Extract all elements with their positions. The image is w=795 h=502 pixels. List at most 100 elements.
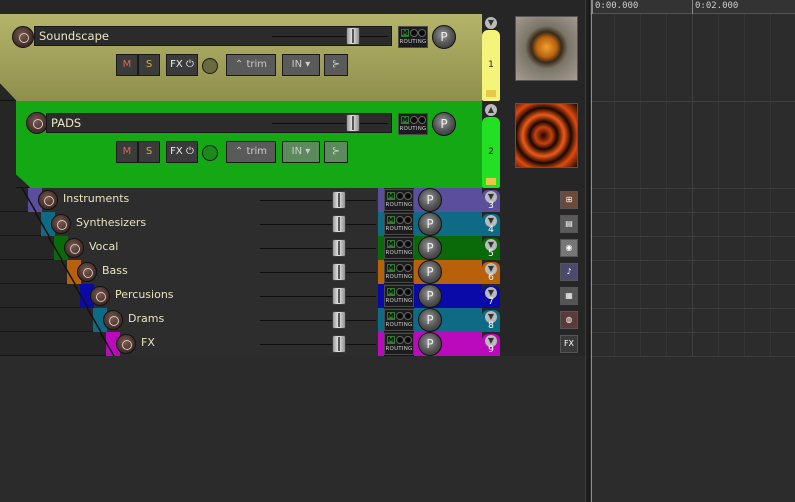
routing-button[interactable]: M ROUTING — [384, 189, 414, 211]
volume-fader-track — [260, 320, 376, 321]
lane-separator — [590, 260, 795, 261]
track-name[interactable]: Instruments — [63, 192, 129, 205]
folder-icon — [486, 90, 496, 97]
track-name[interactable]: Bass — [102, 264, 128, 277]
io-circle-icon — [404, 192, 412, 200]
track-row[interactable]: Synthesizers M ROUTING P ▼ 4 — [0, 212, 500, 236]
lane-separator — [590, 212, 795, 213]
pan-knob[interactable]: P — [418, 284, 442, 308]
routing-button[interactable]: M ROUTING — [384, 261, 414, 283]
tcp-header — [0, 0, 585, 14]
track-name[interactable]: Drams — [128, 312, 164, 325]
chevron-up-icon[interactable]: ▲ — [485, 104, 497, 116]
track-row[interactable]: FX M ROUTING P ▼ 9 — [0, 332, 500, 356]
pan-knob[interactable]: P — [418, 332, 442, 356]
lane-separator — [590, 332, 795, 333]
volume-fader-knob[interactable] — [332, 335, 346, 353]
meter-m-icon: M — [401, 29, 409, 37]
fx-icon: FX — [560, 335, 578, 353]
pan-knob[interactable]: P — [418, 188, 442, 212]
phase-icon[interactable] — [202, 58, 218, 74]
io-circle-icon — [396, 192, 404, 200]
automation-trim-button[interactable]: ⌃ trim — [226, 141, 276, 163]
meter-m-icon: M — [387, 288, 395, 296]
routing-label: ROUTING — [385, 202, 413, 208]
grid-line — [718, 14, 719, 356]
guitar-icon: ♪ — [560, 263, 578, 281]
input-button[interactable]: IN ▾ — [282, 54, 320, 76]
phase-icon[interactable] — [202, 145, 218, 161]
folder-icon-button[interactable]: ⊱ — [324, 141, 348, 163]
mute-button[interactable]: M — [116, 54, 138, 76]
meter-m-icon: M — [387, 264, 395, 272]
envelope-icon: ⌃ — [234, 146, 244, 157]
pan-knob[interactable]: P — [418, 260, 442, 284]
play-cursor[interactable] — [591, 0, 592, 502]
pan-knob[interactable]: P — [418, 308, 442, 332]
fx-button[interactable]: FX ⏻ — [166, 54, 198, 76]
solo-button[interactable]: S — [138, 141, 160, 163]
chevron-down-icon[interactable]: ▼ — [485, 17, 497, 29]
routing-button[interactable]: M ROUTING — [384, 285, 414, 307]
volume-fader-knob[interactable] — [332, 311, 346, 329]
volume-fader-knob[interactable] — [332, 263, 346, 281]
input-label: IN — [291, 59, 303, 70]
drum-icon: ◍ — [560, 311, 578, 329]
volume-fader-knob[interactable] — [332, 215, 346, 233]
fx-button[interactable]: FX ⏻ — [166, 141, 198, 163]
pan-knob[interactable]: P — [432, 25, 456, 49]
routing-button[interactable]: M ROUTING — [384, 309, 414, 331]
routing-button[interactable]: M ROUTING — [384, 333, 414, 355]
routing-label: ROUTING — [385, 250, 413, 256]
routing-label: ROUTING — [385, 346, 413, 352]
folder-depth-line — [61, 260, 76, 284]
lane-separator — [590, 236, 795, 237]
io-circle-icon — [396, 312, 404, 320]
trim-label: trim — [246, 59, 268, 70]
volume-fader-track — [260, 224, 376, 225]
routing-button[interactable]: M ROUTING — [398, 113, 428, 135]
record-arm-button[interactable] — [26, 112, 48, 134]
routing-button[interactable]: M ROUTING — [384, 213, 414, 235]
pan-knob[interactable]: P — [418, 236, 442, 260]
io-circle-icon — [404, 240, 412, 248]
track-name[interactable]: Synthesizers — [76, 216, 146, 229]
volume-fader-track — [260, 272, 376, 273]
routing-label: ROUTING — [385, 322, 413, 328]
track-number: 9 — [488, 345, 494, 355]
track-pads[interactable]: PADS M ROUTING P M S FX ⏻ ⌃ trim IN ▾ ⊱ — [16, 101, 482, 188]
track-soundscape[interactable]: Soundscape M ROUTING P M S FX ⏻ ⌃ trim I… — [0, 14, 482, 101]
automation-trim-button[interactable]: ⌃ trim — [226, 54, 276, 76]
volume-fader-track — [272, 123, 388, 124]
io-circle-icon — [404, 312, 412, 320]
routing-button[interactable]: M ROUTING — [398, 26, 428, 48]
folder-depth-line — [22, 188, 37, 212]
pan-knob[interactable]: P — [432, 112, 456, 136]
pan-knob[interactable]: P — [418, 212, 442, 236]
timeline-ruler[interactable]: 0:00.000 0:02.000 — [590, 0, 795, 14]
track-name[interactable]: Percusions — [115, 288, 174, 301]
meter-m-icon: M — [401, 116, 409, 124]
solo-button[interactable]: S — [138, 54, 160, 76]
volume-fader-knob[interactable] — [332, 239, 346, 257]
track-name[interactable]: FX — [141, 336, 155, 349]
folder-icon-button[interactable]: ⊱ — [324, 54, 348, 76]
mute-button[interactable]: M — [116, 141, 138, 163]
volume-fader-knob[interactable] — [332, 287, 346, 305]
volume-fader-knob[interactable] — [346, 114, 360, 132]
ruler-tick — [592, 0, 593, 14]
volume-fader-knob[interactable] — [346, 27, 360, 45]
volume-fader-knob[interactable] — [332, 191, 346, 209]
input-button[interactable]: IN ▾ — [282, 141, 320, 163]
io-circle-icon — [396, 240, 404, 248]
track-row[interactable]: Instruments M ROUTING P ▼ 3 — [0, 188, 500, 212]
io-circle-icon — [396, 264, 404, 272]
tcp-empty-area[interactable] — [0, 356, 585, 502]
lane-separator — [590, 188, 795, 189]
routing-button[interactable]: M ROUTING — [384, 237, 414, 259]
record-arm-button[interactable] — [12, 26, 34, 48]
track-name[interactable]: Vocal — [89, 240, 118, 253]
track-row[interactable]: Vocal M ROUTING P ▼ 5 — [0, 236, 500, 260]
track-row[interactable]: Drams M ROUTING P ▼ 8 — [0, 308, 500, 332]
volume-fader-track — [260, 248, 376, 249]
